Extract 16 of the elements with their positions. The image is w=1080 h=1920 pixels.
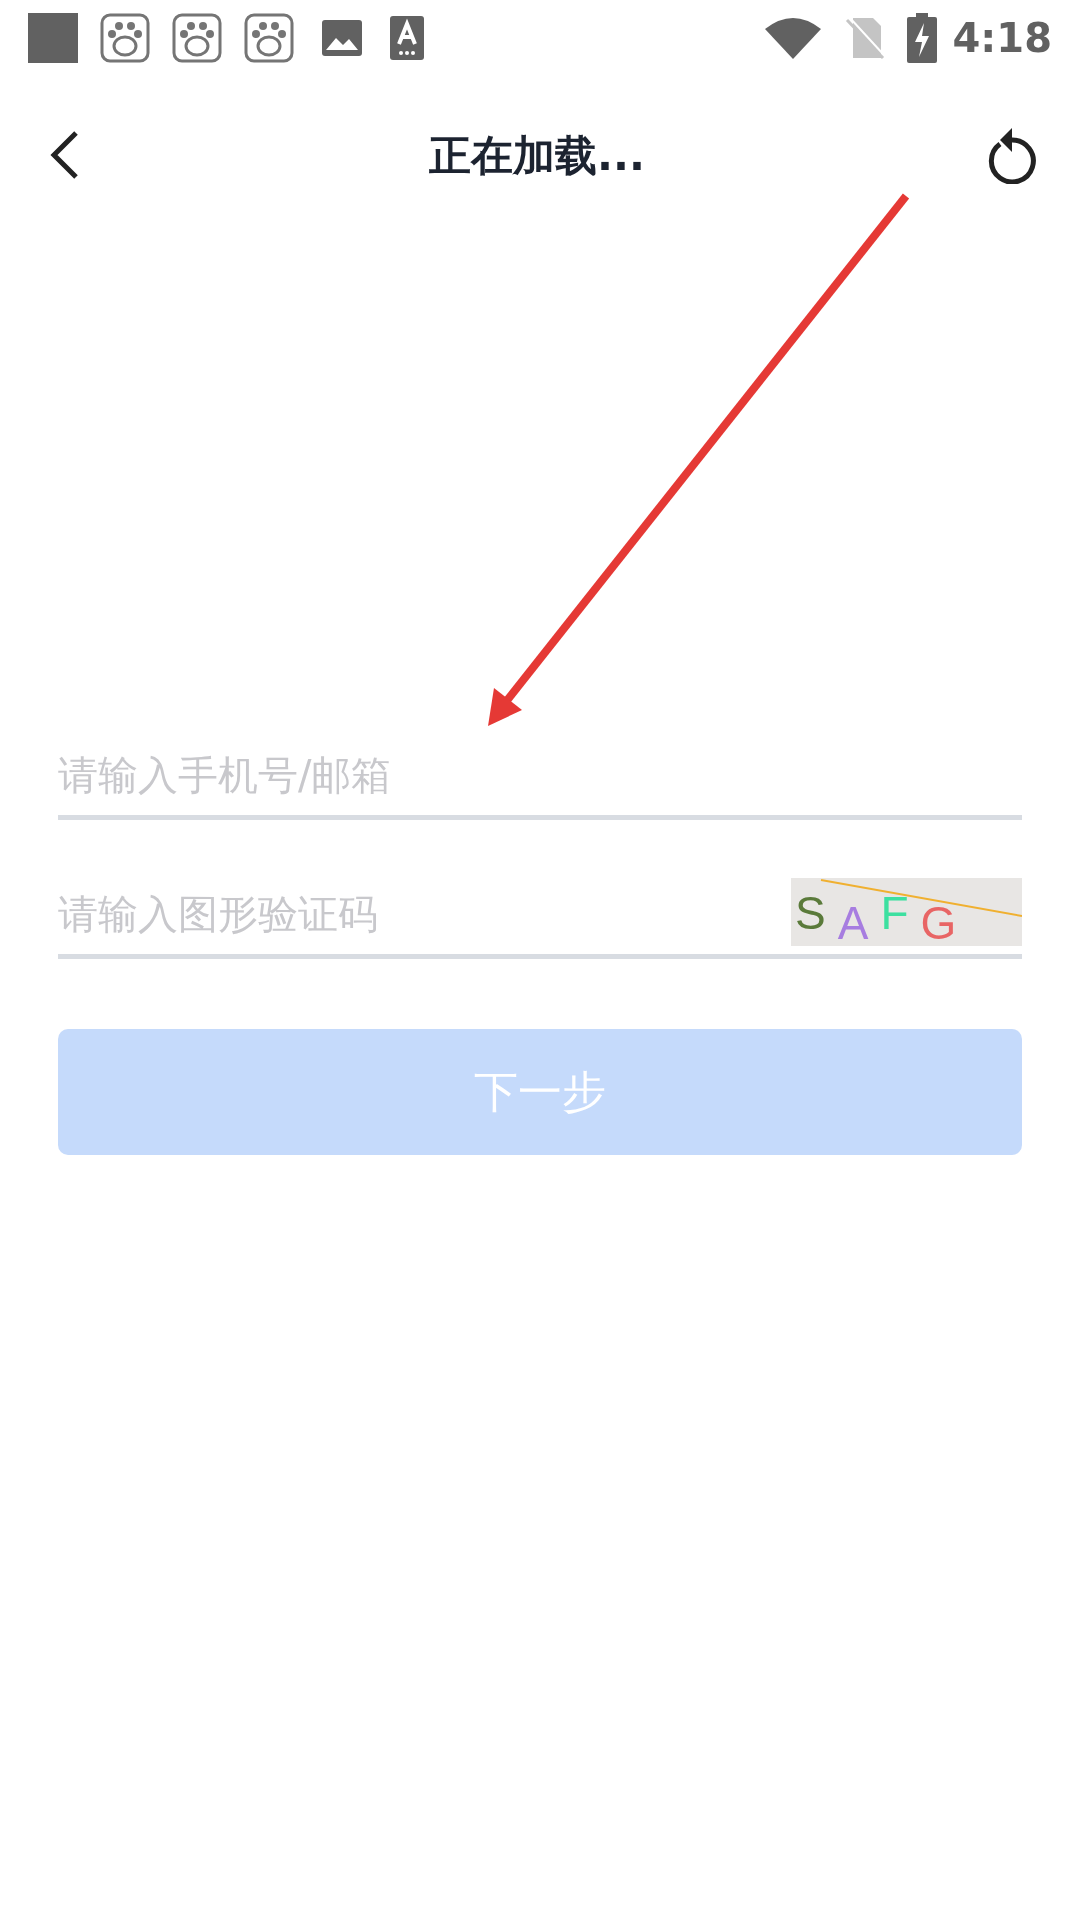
clock-time: 4:18 [952, 13, 1052, 63]
paw-icon [100, 12, 150, 63]
wifi-icon [764, 16, 821, 59]
captcha-letter: A [837, 900, 869, 946]
image-icon [322, 19, 362, 56]
captcha-letter: S [795, 890, 826, 936]
captcha-letter: F [880, 890, 909, 936]
no-sim-icon [844, 15, 885, 60]
captcha-image[interactable]: S A F G [791, 878, 1022, 946]
font-icon [390, 15, 424, 60]
captcha-letter: G [920, 900, 957, 946]
notification-icon [28, 12, 78, 63]
paw-icon [172, 12, 222, 63]
paw-icon [244, 12, 294, 63]
battery-charging-icon [906, 12, 937, 63]
page-title: 正在加载... [429, 129, 645, 182]
